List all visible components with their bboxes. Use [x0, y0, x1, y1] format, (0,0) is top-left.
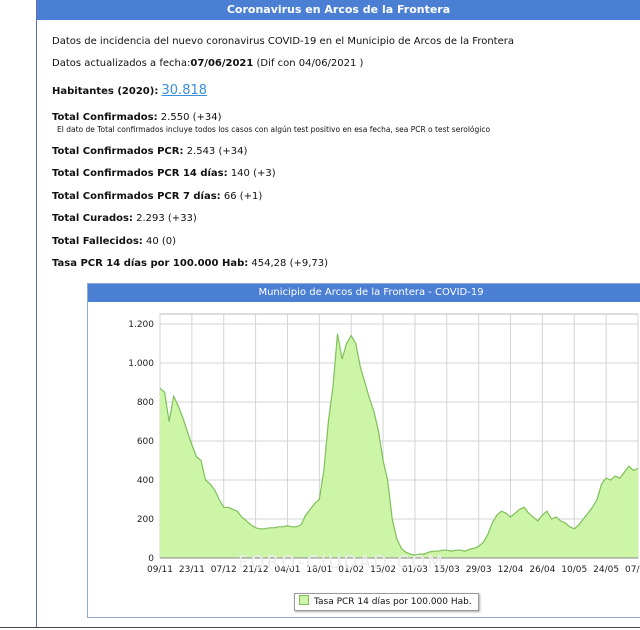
updated-prefix: Datos actualizados a fecha:: [52, 58, 191, 69]
fallecidos-label: Total Fallecidos:: [52, 236, 143, 247]
habitantes-label: Habitantes (2020):: [52, 86, 159, 97]
bottom-divider: [0, 627, 640, 628]
pcr7-value: 66 (+1): [220, 191, 263, 202]
y-tick-label: 1.000: [128, 359, 154, 369]
x-tick-label: 10/05: [561, 565, 587, 575]
x-tick-label: 12/04: [498, 565, 524, 575]
y-tick-label: 0: [148, 554, 154, 564]
x-tick-label: 26/04: [529, 565, 555, 575]
curados-label: Total Curados:: [52, 213, 133, 224]
chart-legend[interactable]: Tasa PCR 14 días por 100.000 Hab.: [294, 593, 479, 611]
x-tick-label: 23/11: [179, 565, 205, 575]
confirmados-note: El dato de Total confirmados incluye tod…: [57, 125, 491, 134]
updated-line: Datos actualizados a fecha:07/06/2021 (D…: [52, 58, 363, 69]
chart-title: Municipio de Arcos de la Frontera - COVI…: [88, 284, 640, 302]
y-tick-label: 600: [137, 437, 154, 447]
confirmados-label: Total Confirmados:: [52, 112, 158, 123]
habitantes-line: Habitantes (2020): 30.818: [52, 83, 207, 98]
x-tick-label: 09/11: [147, 565, 173, 575]
x-tick-label: 07/12: [211, 565, 237, 575]
pcr7-line: Total Confirmados PCR 7 días: 66 (+1): [52, 191, 262, 202]
tasa-label: Tasa PCR 14 días por 100.000 Hab:: [52, 258, 249, 269]
pcr-line: Total Confirmados PCR: 2.543 (+34): [52, 146, 247, 157]
watermark-text: FORO-CIUDAD.COM: [238, 552, 445, 573]
x-tick-label: 24/05: [593, 565, 619, 575]
pcr14-label: Total Confirmados PCR 14 días:: [52, 168, 228, 179]
legend-label: Tasa PCR 14 días por 100.000 Hab.: [314, 597, 472, 607]
pcr14-value: 140 (+3): [227, 168, 276, 179]
confirmados-line: Total Confirmados: 2.550 (+34): [52, 112, 222, 123]
habitantes-value-link[interactable]: 30.818: [162, 83, 208, 98]
fallecidos-value: 40 (0): [142, 236, 177, 247]
page-title: Coronavirus en Arcos de la Frontera: [37, 0, 640, 20]
y-tick-label: 200: [137, 515, 154, 525]
y-tick-label: 800: [137, 398, 154, 408]
curados-value: 2.293 (+33): [132, 213, 197, 224]
pcr14-line: Total Confirmados PCR 14 días: 140 (+3): [52, 168, 276, 179]
fallecidos-line: Total Fallecidos: 40 (0): [52, 236, 176, 247]
x-tick-label: 29/03: [466, 565, 492, 575]
pcr-label: Total Confirmados PCR:: [52, 146, 184, 157]
legend-swatch: [299, 595, 309, 605]
pcr-value: 2.543 (+34): [183, 146, 248, 157]
curados-line: Total Curados: 2.293 (+33): [52, 213, 197, 224]
confirmados-value: 2.550 (+34): [157, 112, 222, 123]
updated-diff: (Dif con 04/06/2021 ): [253, 58, 364, 69]
x-tick-label: 07/06: [625, 565, 640, 575]
chart-svg: 02004006008001.0001.20009/11 23/11 07/12 21…: [128, 313, 640, 575]
chart-container: Municipio de Arcos de la Frontera - COVI…: [87, 283, 640, 618]
tasa-value: 454,28 (+9,73): [248, 258, 329, 269]
tasa-line: Tasa PCR 14 días por 100.000 Hab: 454,28…: [52, 258, 328, 269]
pcr7-label: Total Confirmados PCR 7 días:: [52, 191, 221, 202]
updated-date: 07/06/2021: [190, 58, 254, 69]
y-tick-label: 400: [137, 476, 154, 486]
intro-text: Datos de incidencia del nuevo coronaviru…: [52, 36, 514, 47]
y-tick-label: 1.200: [128, 320, 154, 330]
content-panel: Coronavirus en Arcos de la Frontera Dato…: [36, 0, 640, 628]
